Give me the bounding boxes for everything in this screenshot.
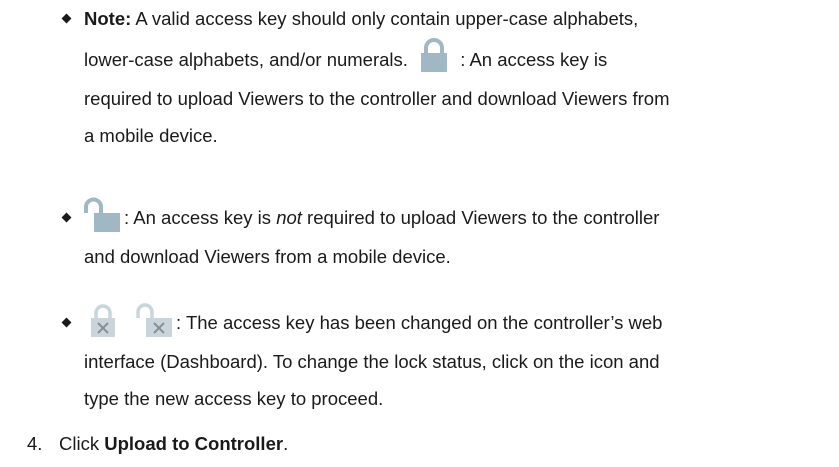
lock-closed-x-icon (84, 301, 122, 340)
changed-line-3: type the new access key to proceed. (84, 388, 384, 410)
emphasis-not: not (276, 207, 302, 228)
bullet-marker (61, 13, 72, 24)
changed-key-paragraph: : The access key has been changed on the… (84, 301, 834, 417)
bullet-marker (61, 317, 72, 328)
step-4: 4. Click Upload to Controller. (27, 425, 288, 462)
unlocked-paragraph: : An access key is not required to uploa… (84, 196, 834, 275)
note-paragraph: Note: A valid access key should only con… (84, 0, 834, 154)
lock-open-x-icon (136, 301, 174, 340)
lock-closed-icon (415, 36, 454, 75)
upload-to-controller-label: Upload to Controller (104, 433, 284, 454)
note-line-2: lower-case alphabets, and/or numerals. :… (84, 36, 834, 80)
unlocked-line-2: and download Viewers from a mobile devic… (84, 246, 451, 268)
note-line-1: Note: A valid access key should only con… (84, 8, 639, 29)
changed-line-1: : The access key has been changed on the… (84, 301, 834, 343)
step-number: 4. (27, 433, 43, 454)
unlocked-line-1: : An access key is not required to uploa… (84, 196, 834, 238)
note-line-4: a mobile device. (84, 125, 218, 147)
bullet-marker (61, 212, 72, 223)
lock-open-icon (84, 196, 122, 235)
note-label: Note: (84, 8, 132, 29)
changed-line-2: interface (Dashboard). To change the loc… (84, 351, 660, 373)
note-line-3: required to upload Viewers to the contro… (84, 88, 670, 110)
